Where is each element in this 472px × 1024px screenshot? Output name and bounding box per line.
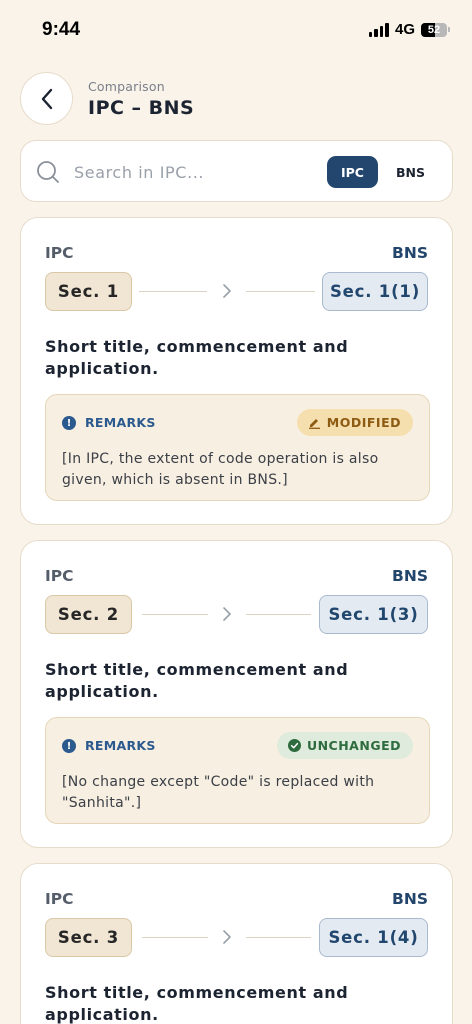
pencil-icon	[308, 419, 320, 429]
connector-line	[142, 614, 208, 615]
section-title: Short title, commencement and applicatio…	[45, 983, 349, 1024]
back-button[interactable]	[20, 72, 73, 125]
page-header: Comparison IPC – BNS	[88, 79, 194, 119]
info-icon: !	[62, 739, 76, 753]
ipc-section-badge: Sec. 1	[45, 272, 132, 311]
status-badge: UNCHANGED	[276, 732, 413, 759]
connector-line	[246, 614, 311, 615]
battery-icon: 52	[421, 22, 450, 37]
chevron-left-icon	[41, 88, 52, 109]
ipc-section-badge: Sec. 3	[45, 918, 132, 957]
bns-label: BNS	[392, 567, 428, 585]
status-text: UNCHANGED	[306, 738, 401, 753]
info-icon: !	[62, 416, 76, 430]
page-title: IPC – BNS	[88, 97, 195, 119]
status-text: MODIFIED	[326, 415, 401, 430]
comparison-card[interactable]: IPC BNS Sec. 1 Sec. 1(1) Short title, co…	[20, 217, 453, 525]
bns-section-badge: Sec. 1(1)	[322, 272, 428, 311]
connector-line	[246, 937, 311, 938]
remarks-label: REMARKS	[85, 415, 156, 430]
comparison-card[interactable]: IPC BNS Sec. 3 Sec. 1(4) Short title, co…	[20, 863, 453, 1024]
check-circle-icon	[287, 739, 301, 752]
bns-section-badge: Sec. 1(3)	[319, 595, 428, 634]
signal-icon	[368, 22, 389, 37]
search-icon	[37, 161, 59, 183]
remarks-text: [No change except "Code" is replaced wit…	[62, 774, 375, 811]
chevron-right-icon	[223, 284, 231, 298]
bns-label: BNS	[392, 890, 428, 908]
status-indicators: 4G 52	[368, 21, 450, 38]
section-title: Short title, commencement and applicatio…	[45, 337, 349, 378]
status-badge: MODIFIED	[296, 409, 413, 436]
ipc-section-badge: Sec. 2	[45, 595, 132, 634]
connector-line	[246, 291, 315, 292]
comparison-card[interactable]: IPC BNS Sec. 2 Sec. 1(3) Short title, co…	[20, 540, 453, 848]
toggle-ipc-button[interactable]: IPC	[327, 156, 378, 188]
search-bar: IPC BNS	[20, 140, 453, 202]
chevron-right-icon	[223, 607, 231, 621]
search-input[interactable]	[74, 160, 314, 184]
ipc-label: IPC	[45, 567, 74, 585]
status-time: 9:44	[42, 19, 81, 40]
connector-line	[139, 291, 207, 292]
connector-line	[142, 937, 208, 938]
remarks-label: REMARKS	[85, 738, 156, 753]
section-title: Short title, commencement and applicatio…	[45, 660, 349, 701]
ipc-label: IPC	[45, 890, 74, 908]
status-bar: 9:44 4G 52	[0, 0, 472, 60]
network-type: 4G	[394, 21, 415, 38]
page-subtitle: Comparison	[88, 79, 165, 94]
toggle-bns-button[interactable]: BNS	[387, 156, 434, 188]
remarks-box: ! REMARKS MODIFIED [In IPC, the extent o…	[45, 394, 430, 501]
bns-section-badge: Sec. 1(4)	[319, 918, 428, 957]
remarks-text: [In IPC, the extent of code operation is…	[62, 451, 379, 488]
bns-label: BNS	[392, 244, 428, 262]
ipc-label: IPC	[45, 244, 74, 262]
battery-percent: 52	[427, 23, 441, 36]
remarks-box: ! REMARKS UNCHANGED [No change except "C…	[45, 717, 430, 824]
chevron-right-icon	[223, 930, 231, 944]
